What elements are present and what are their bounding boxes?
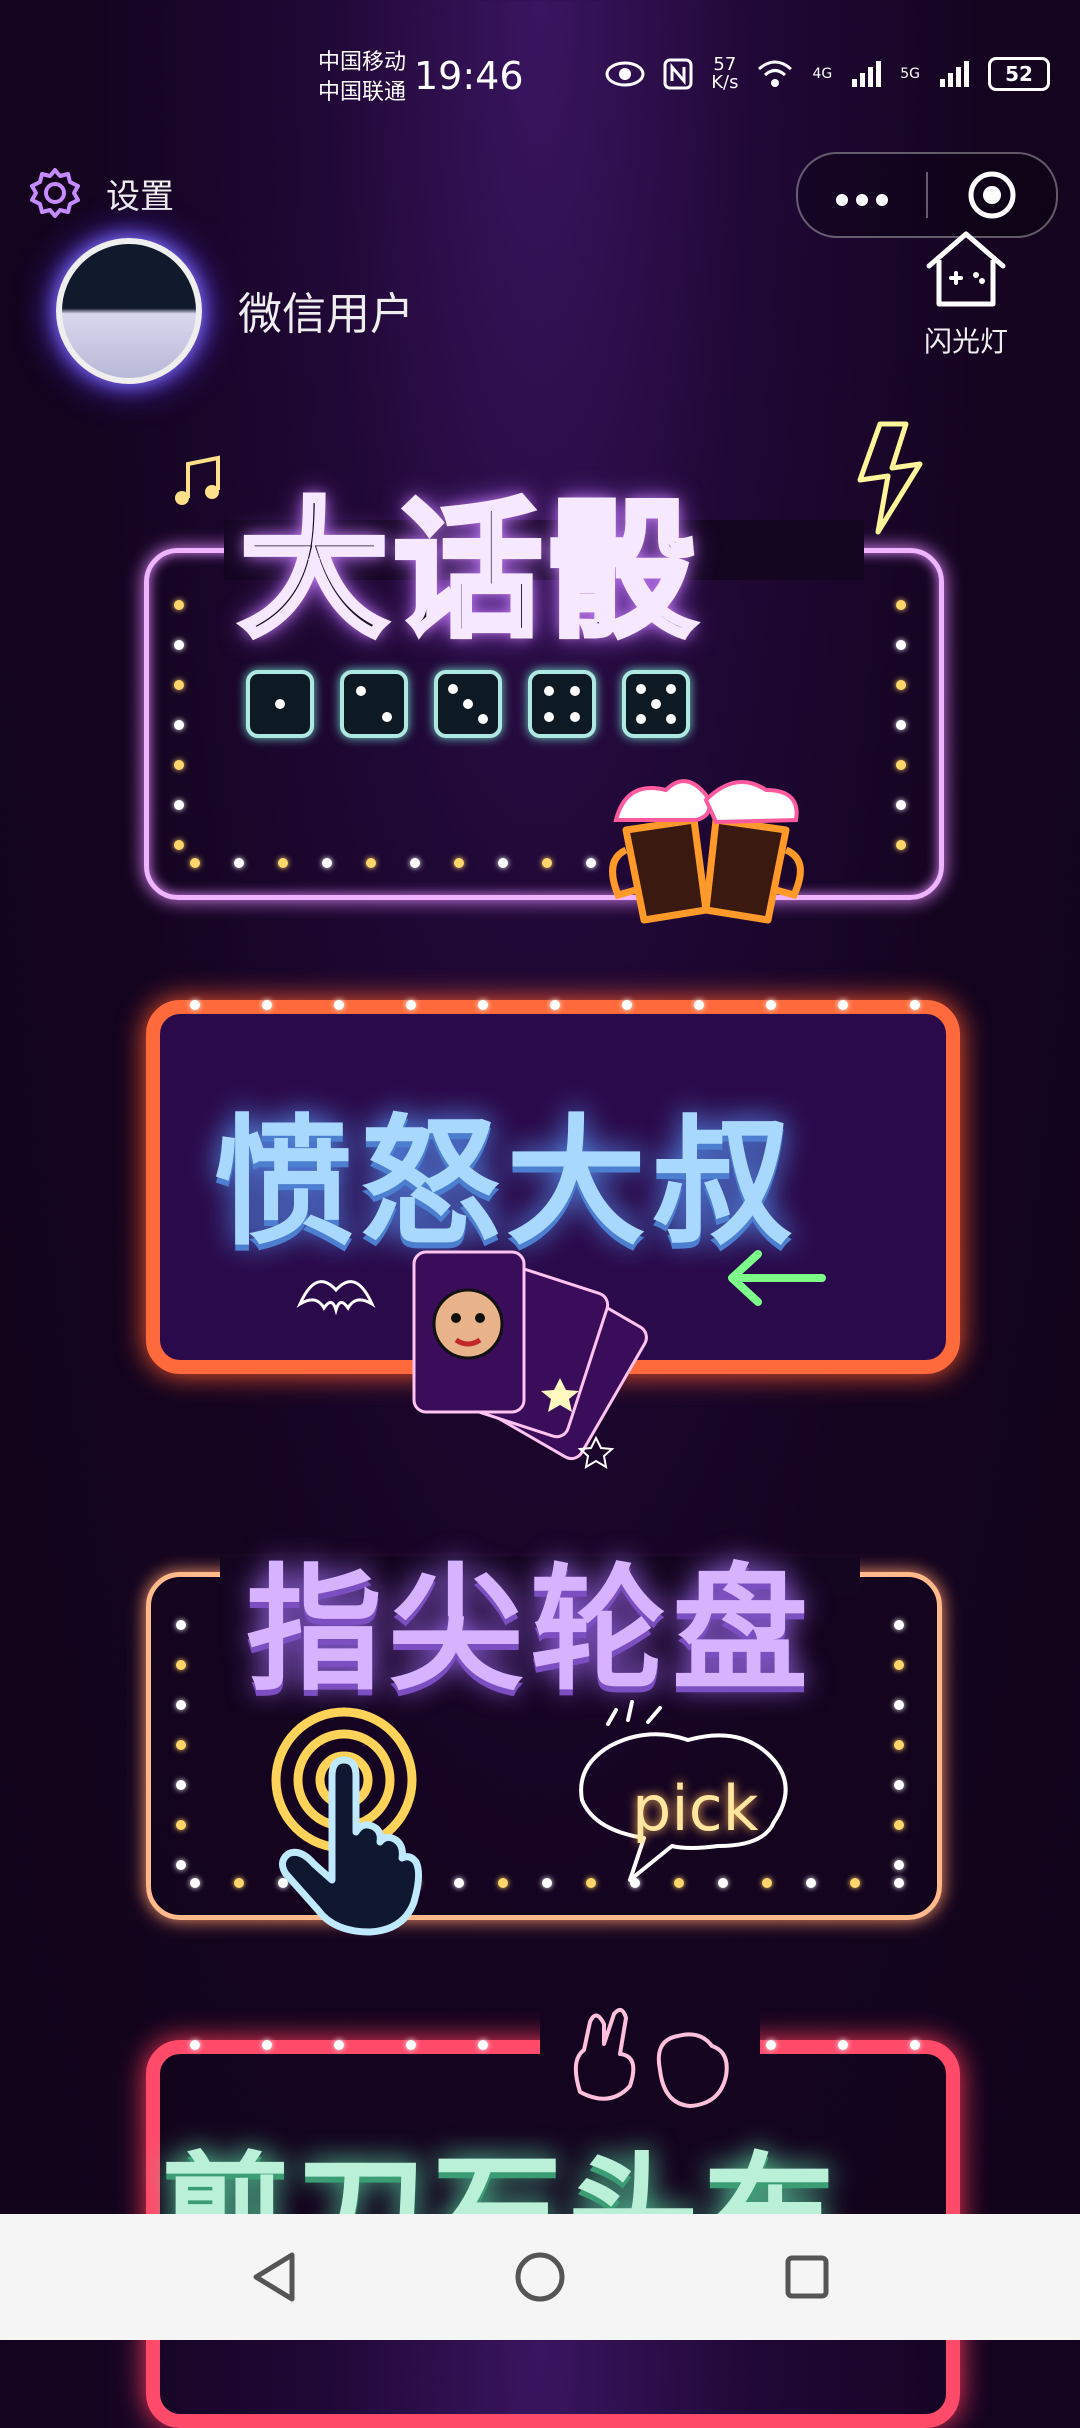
status-bar: 中国移动 中国联通 19:46 57 K/s 4G 5G 52 bbox=[0, 0, 1080, 150]
finger-tap-icon bbox=[271, 1707, 423, 1936]
music-note-icon bbox=[175, 455, 220, 505]
close-button[interactable] bbox=[928, 170, 1056, 220]
hands-icon bbox=[573, 2007, 729, 2109]
battery-icon: 52 bbox=[988, 57, 1050, 91]
die-2-icon bbox=[340, 670, 408, 738]
signal-icon bbox=[940, 61, 969, 87]
clock: 19:46 bbox=[414, 54, 524, 98]
dots-left-3 bbox=[176, 1620, 186, 1870]
cards-icon bbox=[412, 1250, 648, 1469]
home-button[interactable] bbox=[500, 2237, 580, 2317]
recent-square-icon bbox=[785, 2255, 829, 2299]
battery-level: 52 bbox=[1005, 62, 1033, 86]
house-icon bbox=[926, 231, 1006, 307]
dots-right-3 bbox=[894, 1620, 904, 1870]
die-5-icon bbox=[622, 670, 690, 738]
carrier-1: 中国移动 bbox=[318, 50, 407, 75]
network-speed: 57 K/s bbox=[711, 54, 739, 93]
dots-right bbox=[896, 600, 906, 850]
game-title-finger-wheel: 指尖轮盘 bbox=[246, 1552, 814, 1710]
flashlight-label: 闪光灯 bbox=[923, 325, 1008, 358]
eye-icon bbox=[605, 61, 645, 87]
carrier-2: 中国联通 bbox=[318, 80, 407, 105]
username: 微信用户 bbox=[238, 289, 414, 340]
avatar[interactable] bbox=[56, 238, 202, 384]
back-triangle-icon bbox=[253, 2252, 295, 2302]
lightning-icon bbox=[857, 421, 923, 535]
signal-icon bbox=[852, 61, 882, 87]
gear-icon bbox=[30, 168, 80, 218]
more-button[interactable] bbox=[798, 154, 926, 236]
dots-left bbox=[174, 600, 184, 850]
beer-mugs-icon bbox=[609, 779, 804, 924]
settings-button[interactable]: 设置 bbox=[28, 166, 174, 220]
die-3-icon bbox=[434, 670, 502, 738]
system-nav-bar bbox=[0, 2214, 1080, 2340]
home-circle-icon bbox=[515, 2252, 565, 2302]
wifi-icon bbox=[758, 60, 793, 87]
dots-bottom bbox=[190, 858, 596, 868]
pick-label: pick bbox=[632, 1772, 759, 1845]
net-5g: 5G bbox=[900, 66, 920, 82]
more-icon bbox=[836, 194, 888, 206]
settings-label: 设置 bbox=[106, 176, 174, 217]
die-4-icon bbox=[528, 670, 596, 738]
carrier-labels: 中国移动 中国联通 bbox=[318, 48, 406, 108]
game-title-angry-uncle: 愤怒大叔 bbox=[214, 1102, 799, 1265]
recent-apps-button[interactable] bbox=[767, 2237, 847, 2317]
net-4g: 4G bbox=[812, 66, 833, 82]
flashlight-button[interactable]: 闪光灯 bbox=[914, 226, 1018, 360]
bat-icon bbox=[296, 1280, 376, 1316]
dice-row bbox=[246, 670, 690, 738]
status-icons: 57 K/s 4G 5G 52 bbox=[605, 56, 1050, 92]
die-1-icon bbox=[246, 670, 314, 738]
arrow-left-icon bbox=[728, 1250, 826, 1306]
nfc-icon bbox=[663, 58, 693, 90]
game-title-dice: 大话骰 bbox=[237, 482, 702, 660]
dots-top-2 bbox=[190, 1000, 920, 1010]
target-icon bbox=[968, 171, 1016, 219]
back-button[interactable] bbox=[233, 2237, 313, 2317]
